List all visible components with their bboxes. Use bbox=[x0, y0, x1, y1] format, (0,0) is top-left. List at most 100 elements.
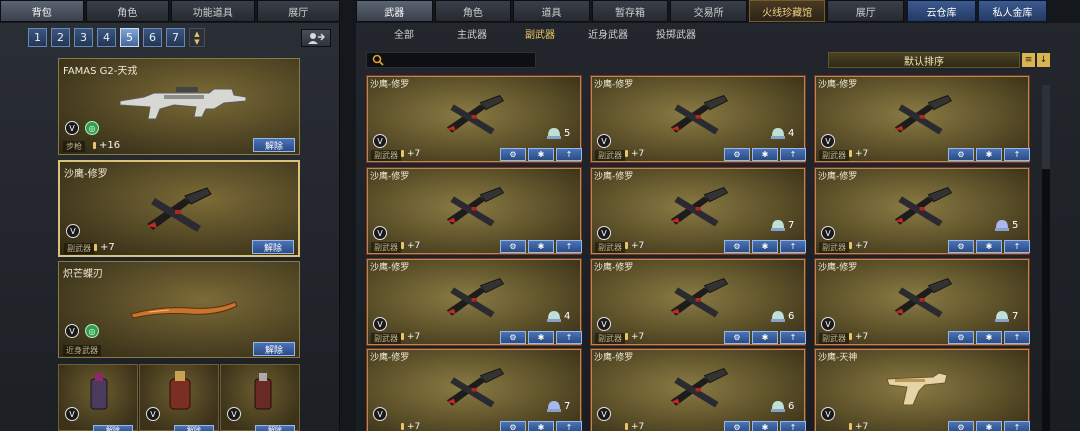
page-button-4[interactable]: 4 bbox=[97, 28, 116, 47]
upgrade-arrow-icon[interactable]: ↑ bbox=[1004, 148, 1030, 161]
tab-exchange[interactable]: 交易所 bbox=[670, 0, 747, 22]
gear-icon[interactable]: ✱ bbox=[528, 148, 554, 161]
upgrade-arrow-icon[interactable]: ↑ bbox=[780, 240, 806, 253]
page-button-3[interactable]: 3 bbox=[74, 28, 93, 47]
weapon-card[interactable]: 沙鹰-修罗 V 副武器 +7 ⚙ ✱ ↑ bbox=[366, 167, 582, 255]
chevron-up-icon[interactable]: ▲ bbox=[194, 30, 199, 38]
tune-icon[interactable]: ⚙ bbox=[500, 421, 526, 431]
page-button-2[interactable]: 2 bbox=[51, 28, 70, 47]
weapon-card[interactable]: 沙鹰-修罗 V 副武器 +7 7 ⚙ ✱ ↑ bbox=[590, 167, 806, 255]
tune-icon[interactable]: ⚙ bbox=[948, 421, 974, 431]
upgrade-arrow-icon[interactable]: ↑ bbox=[1004, 421, 1030, 431]
weapon-type-tag: 副武器 bbox=[595, 150, 625, 161]
scrollbar-thumb[interactable] bbox=[1042, 85, 1050, 169]
gear-icon[interactable]: ✱ bbox=[528, 240, 554, 253]
tab-character[interactable]: 角色 bbox=[85, 0, 169, 22]
tab-showroom[interactable]: 展厅 bbox=[256, 0, 340, 22]
upgrade-arrow-icon[interactable]: ↑ bbox=[556, 421, 582, 431]
tune-icon[interactable]: ⚙ bbox=[724, 421, 750, 431]
tab-weapons[interactable]: 武器 bbox=[356, 0, 433, 22]
gear-icon[interactable]: ✱ bbox=[976, 240, 1002, 253]
page-button-1[interactable]: 1 bbox=[28, 28, 47, 47]
list-icon[interactable]: ≡ bbox=[1022, 53, 1035, 67]
upgrade-arrow-icon[interactable]: ↑ bbox=[780, 148, 806, 161]
tab-private-vault[interactable]: 私人金库 bbox=[978, 0, 1047, 22]
tune-icon[interactable]: ⚙ bbox=[724, 148, 750, 161]
inventory-card-knife[interactable]: 炽芒蝶刃 V ◎ 近身武器 解除 bbox=[58, 261, 300, 358]
tune-icon[interactable]: ⚙ bbox=[724, 240, 750, 253]
tune-icon[interactable]: ⚙ bbox=[500, 240, 526, 253]
weapon-card[interactable]: 沙鹰-修罗 V 副武器 +7 7 ⚙ ✱ ↑ bbox=[814, 258, 1030, 346]
filter-secondary[interactable]: 副武器 bbox=[506, 26, 574, 46]
unequip-button[interactable]: 解除 bbox=[253, 342, 295, 356]
unequip-button[interactable]: 解除 bbox=[174, 425, 214, 431]
unequip-button[interactable]: 解除 bbox=[252, 240, 294, 254]
filter-throwable[interactable]: 投掷武器 bbox=[642, 26, 710, 46]
chevron-down-icon[interactable]: ▼ bbox=[194, 38, 199, 46]
upgrade-arrow-icon[interactable]: ↑ bbox=[780, 331, 806, 344]
filter-primary[interactable]: 主武器 bbox=[438, 26, 506, 46]
weapon-card[interactable]: 沙鹰-修罗 V 副武器 +7 5 ⚙ ✱ ↑ bbox=[814, 167, 1030, 255]
v-badge-icon: V bbox=[373, 226, 387, 240]
weapon-card[interactable]: 沙鹰-修罗 V +7 6 ⚙ ✱ ↑ bbox=[590, 348, 806, 431]
gear-icon[interactable]: ✱ bbox=[752, 331, 778, 344]
gear-icon[interactable]: ✱ bbox=[752, 148, 778, 161]
throwable-card-2[interactable]: V 解除 bbox=[139, 364, 219, 431]
weapon-card[interactable]: 沙鹰-修罗 V +7 7 ⚙ ✱ ↑ bbox=[366, 348, 582, 431]
transfer-button[interactable] bbox=[301, 29, 331, 47]
tab-items[interactable]: 道具 bbox=[513, 0, 590, 22]
filter-all[interactable]: 全部 bbox=[370, 26, 438, 46]
tab-cloud-storage[interactable]: 云仓库 bbox=[907, 0, 976, 22]
gear-icon[interactable]: ✱ bbox=[976, 331, 1002, 344]
inventory-card-famas[interactable]: FAMAS G2-天戎 V ◎ 步枪 +16 解除 bbox=[58, 58, 300, 155]
tune-icon[interactable]: ⚙ bbox=[948, 240, 974, 253]
tab-function-items[interactable]: 功能道具 bbox=[171, 0, 255, 22]
gear-icon[interactable]: ✱ bbox=[976, 421, 1002, 431]
gear-icon[interactable]: ✱ bbox=[528, 421, 554, 431]
gear-icon[interactable]: ✱ bbox=[752, 421, 778, 431]
weapon-name: 沙鹰-修罗 bbox=[818, 80, 858, 90]
inventory-card-deagle[interactable]: 沙鹰-修罗 V 副武器 +7 解除 bbox=[58, 160, 300, 257]
unequip-button[interactable]: 解除 bbox=[253, 138, 295, 152]
tune-icon[interactable]: ⚙ bbox=[948, 148, 974, 161]
upgrade-arrow-icon[interactable]: ↑ bbox=[780, 421, 806, 431]
plus-text: +7 bbox=[855, 332, 869, 342]
tab-collection-hall[interactable]: 火线珍藏馆 bbox=[748, 0, 826, 22]
throwable-card-1[interactable]: V 解除 bbox=[58, 364, 138, 431]
upgrade-arrow-icon[interactable]: ↑ bbox=[556, 331, 582, 344]
tab-storage-box[interactable]: 暂存箱 bbox=[591, 0, 669, 22]
weapon-card[interactable]: 沙鹰-修罗 V 副武器 +7 6 ⚙ ✱ ↑ bbox=[590, 258, 806, 346]
page-button-5[interactable]: 5 bbox=[120, 28, 139, 47]
unequip-button[interactable]: 解除 bbox=[93, 425, 133, 431]
page-button-6[interactable]: 6 bbox=[143, 28, 162, 47]
upgrade-arrow-icon[interactable]: ↑ bbox=[556, 148, 582, 161]
page-stepper[interactable]: ▲ ▼ bbox=[189, 28, 205, 47]
throwable-card-3[interactable]: V 解除 bbox=[220, 364, 300, 431]
tab-backpack[interactable]: 背包 bbox=[0, 0, 84, 22]
sort-dropdown[interactable]: 默认排序 bbox=[828, 52, 1020, 68]
tab-right-showroom[interactable]: 展厅 bbox=[827, 0, 905, 22]
upgrade-arrow-icon[interactable]: ↑ bbox=[1004, 240, 1030, 253]
weapon-card[interactable]: 沙鹰-修罗 V 副武器 +7 ⚙ ✱ ↑ bbox=[814, 75, 1030, 163]
target-badge-icon: ◎ bbox=[85, 121, 99, 135]
sort-direction-icon[interactable]: ↓ bbox=[1037, 53, 1050, 67]
tune-icon[interactable]: ⚙ bbox=[724, 331, 750, 344]
search-input[interactable] bbox=[366, 52, 536, 68]
upgrade-arrow-icon[interactable]: ↑ bbox=[1004, 331, 1030, 344]
weapon-card[interactable]: 沙鹰-修罗 V 副武器 +7 5 ⚙ ✱ ↑ bbox=[366, 75, 582, 163]
tune-icon[interactable]: ⚙ bbox=[948, 331, 974, 344]
weapon-card[interactable]: 沙鹰-修罗 V 副武器 +7 4 ⚙ ✱ ↑ bbox=[590, 75, 806, 163]
pistol-image bbox=[894, 278, 953, 318]
gear-icon[interactable]: ✱ bbox=[976, 148, 1002, 161]
gear-icon[interactable]: ✱ bbox=[528, 331, 554, 344]
tab-roles[interactable]: 角色 bbox=[434, 0, 512, 22]
upgrade-arrow-icon[interactable]: ↑ bbox=[556, 240, 582, 253]
tune-icon[interactable]: ⚙ bbox=[500, 148, 526, 161]
weapon-card[interactable]: 沙鹰-天神 V +7 ⚙ ✱ ↑ bbox=[814, 348, 1030, 431]
page-button-7[interactable]: 7 bbox=[166, 28, 185, 47]
gear-icon[interactable]: ✱ bbox=[752, 240, 778, 253]
unequip-button[interactable]: 解除 bbox=[255, 425, 295, 431]
weapon-card[interactable]: 沙鹰-修罗 V 副武器 +7 4 ⚙ ✱ ↑ bbox=[366, 258, 582, 346]
filter-melee[interactable]: 近身武器 bbox=[574, 26, 642, 46]
tune-icon[interactable]: ⚙ bbox=[500, 331, 526, 344]
